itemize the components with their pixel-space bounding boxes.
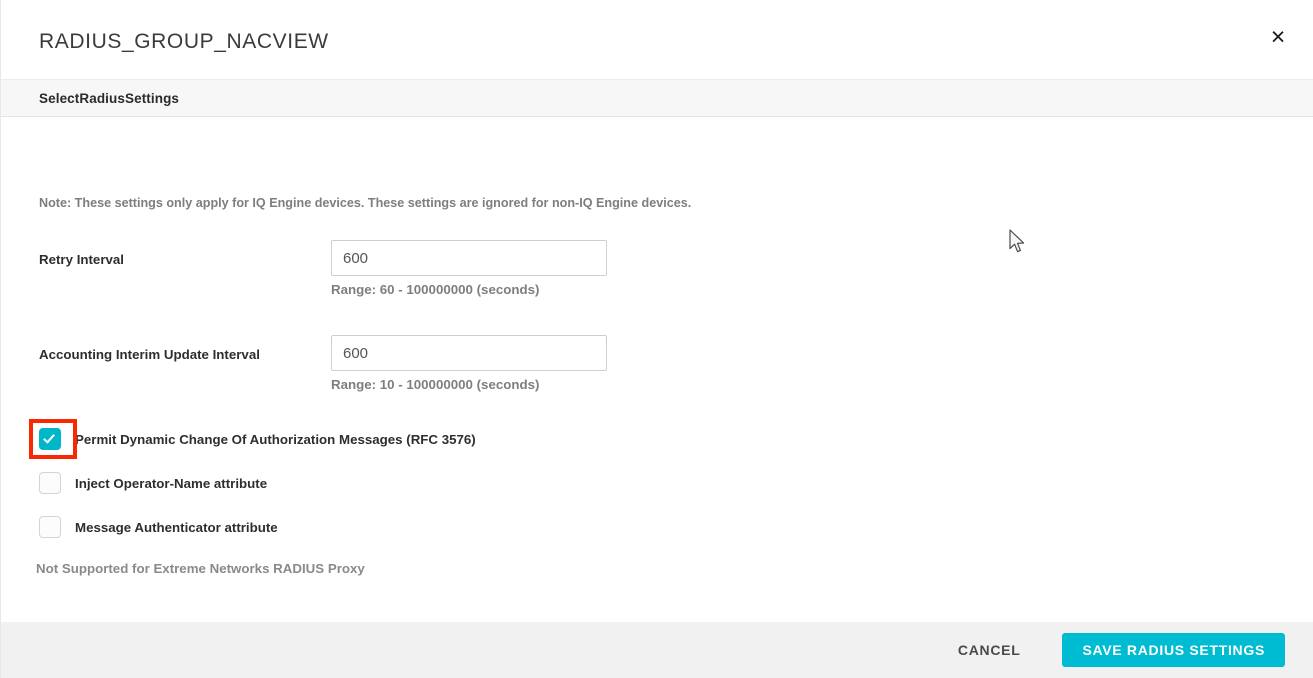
tab-select-radius-settings[interactable]: SelectRadiusSettings <box>39 91 179 106</box>
field-accounting-interim-update-interval: Accounting Interim Update Interval Range… <box>39 335 607 392</box>
retry-interval-range-hint: Range: 60 - 100000000 (seconds) <box>331 282 540 297</box>
checkbox-label-message-authenticator: Message Authenticator attribute <box>75 519 278 535</box>
checkbox-inject-operator-name[interactable] <box>39 472 61 494</box>
retry-interval-input[interactable] <box>331 240 607 276</box>
checkbox-message-authenticator[interactable] <box>39 516 61 538</box>
radius-settings-dialog: RADIUS_GROUP_NACVIEW × SelectRadiusSetti… <box>0 0 1313 678</box>
dialog-footer: CANCEL SAVE RADIUS SETTINGS <box>1 622 1313 678</box>
save-radius-settings-button[interactable]: SAVE RADIUS SETTINGS <box>1062 633 1285 667</box>
field-retry-interval: Retry Interval Range: 60 - 100000000 (se… <box>39 240 607 297</box>
close-icon[interactable]: × <box>1261 20 1295 54</box>
field-label-accounting-interim-update-interval: Accounting Interim Update Interval <box>39 347 260 362</box>
checkbox-row-message-authenticator[interactable]: Message Authenticator attribute <box>39 505 476 549</box>
checkbox-permit-dynamic-coa[interactable] <box>39 428 61 450</box>
dialog-header: RADIUS_GROUP_NACVIEW × <box>1 0 1313 79</box>
accounting-interim-range-hint: Range: 10 - 100000000 (seconds) <box>331 377 540 392</box>
info-note: Note: These settings only apply for IQ E… <box>39 196 692 210</box>
checkbox-label-permit-dynamic-coa: Permit Dynamic Change Of Authorization M… <box>75 431 476 447</box>
cancel-button[interactable]: CANCEL <box>942 632 1037 668</box>
checkbox-row-permit-dynamic-coa[interactable]: Permit Dynamic Change Of Authorization M… <box>29 417 476 461</box>
dialog-body: Note: These settings only apply for IQ E… <box>1 117 1313 622</box>
checkbox-group: Permit Dynamic Change Of Authorization M… <box>29 417 476 549</box>
checkbox-label-inject-operator-name: Inject Operator-Name attribute <box>75 475 268 491</box>
check-icon <box>43 431 55 444</box>
checkbox-row-inject-operator-name[interactable]: Inject Operator-Name attribute <box>39 461 476 505</box>
page-title: RADIUS_GROUP_NACVIEW <box>39 30 329 53</box>
field-label-retry-interval: Retry Interval <box>39 252 124 267</box>
footnote-text: Not Supported for Extreme Networks RADIU… <box>36 561 365 576</box>
section-tab-bar: SelectRadiusSettings <box>1 79 1313 117</box>
accounting-interim-update-interval-input[interactable] <box>331 335 607 371</box>
